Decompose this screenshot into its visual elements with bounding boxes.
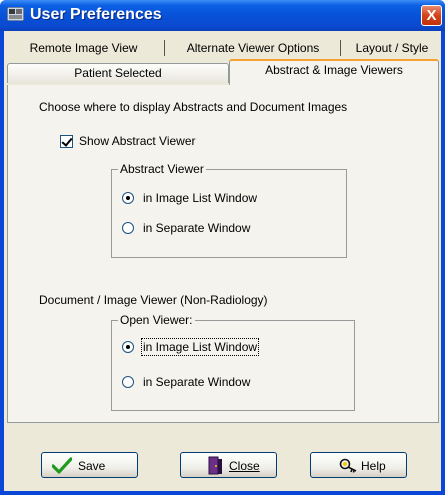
open-separate-window-radio[interactable] [122, 376, 134, 388]
tab-alternate-viewer-options[interactable]: Alternate Viewer Options [168, 39, 338, 59]
abstract-image-list-label: in Image List Window [143, 191, 258, 205]
tab-label: Patient Selected [74, 66, 162, 80]
abstract-separate-window-radio[interactable] [122, 222, 134, 234]
open-image-list-label: in Image List Window [140, 338, 260, 356]
help-key-icon [339, 458, 357, 473]
open-separate-window-label: in Separate Window [143, 375, 251, 389]
tab-strip: Remote Image View Alternate Viewer Optio… [4, 31, 441, 86]
client-area: Remote Image View Alternate Viewer Optio… [4, 31, 441, 491]
abstract-viewer-group: Abstract Viewer in Image List Window in … [111, 162, 347, 258]
door-exit-icon [208, 456, 222, 475]
open-viewer-legend: Open Viewer: [118, 313, 195, 327]
document-viewer-heading: Document / Image Viewer (Non-Radiology) [39, 293, 268, 307]
tab-panel-abstract-image-viewers: Choose where to display Abstracts and Do… [7, 85, 439, 423]
tab-layout-style[interactable]: Layout / Style [343, 39, 441, 59]
abstract-image-list-radio[interactable] [122, 192, 134, 204]
close-label: Close [229, 459, 260, 473]
tab-label: Remote Image View [29, 41, 138, 55]
abstract-viewer-legend: Abstract Viewer [118, 162, 206, 176]
save-button[interactable]: Save [41, 452, 138, 478]
display-heading: Choose where to display Abstracts and Do… [39, 100, 348, 114]
button-bar: Save Close Help [4, 423, 441, 491]
save-label: Save [78, 459, 106, 473]
show-abstract-label: Show Abstract Viewer [79, 134, 196, 148]
open-image-list-radio[interactable] [122, 341, 134, 353]
preferences-window: User Preferences X Remote Image View Alt… [0, 0, 445, 495]
help-button[interactable]: Help [310, 452, 407, 478]
help-label: Help [361, 459, 386, 473]
tab-abstract-image-viewers[interactable]: Abstract & Image Viewers [229, 59, 439, 86]
tab-remote-image-view[interactable]: Remote Image View [8, 39, 159, 59]
close-icon: X [426, 7, 437, 24]
tab-separator [164, 40, 165, 56]
tab-label: Abstract & Image Viewers [265, 63, 403, 77]
tab-separator [340, 40, 341, 56]
tab-patient-selected[interactable]: Patient Selected [7, 63, 229, 83]
show-abstract-checkbox[interactable] [60, 135, 73, 148]
tab-label: Layout / Style [355, 41, 429, 55]
checkmark-icon [52, 457, 72, 474]
window-title: User Preferences [30, 6, 162, 23]
close-button[interactable]: Close [180, 452, 277, 478]
open-viewer-group: Open Viewer: in Image List Window in Sep… [111, 313, 355, 411]
title-bar[interactable]: User Preferences X [0, 0, 445, 31]
tab-label: Alternate Viewer Options [186, 41, 320, 55]
abstract-separate-window-label: in Separate Window [143, 221, 251, 235]
close-window-button[interactable]: X [421, 5, 442, 26]
app-window-icon [7, 7, 24, 21]
